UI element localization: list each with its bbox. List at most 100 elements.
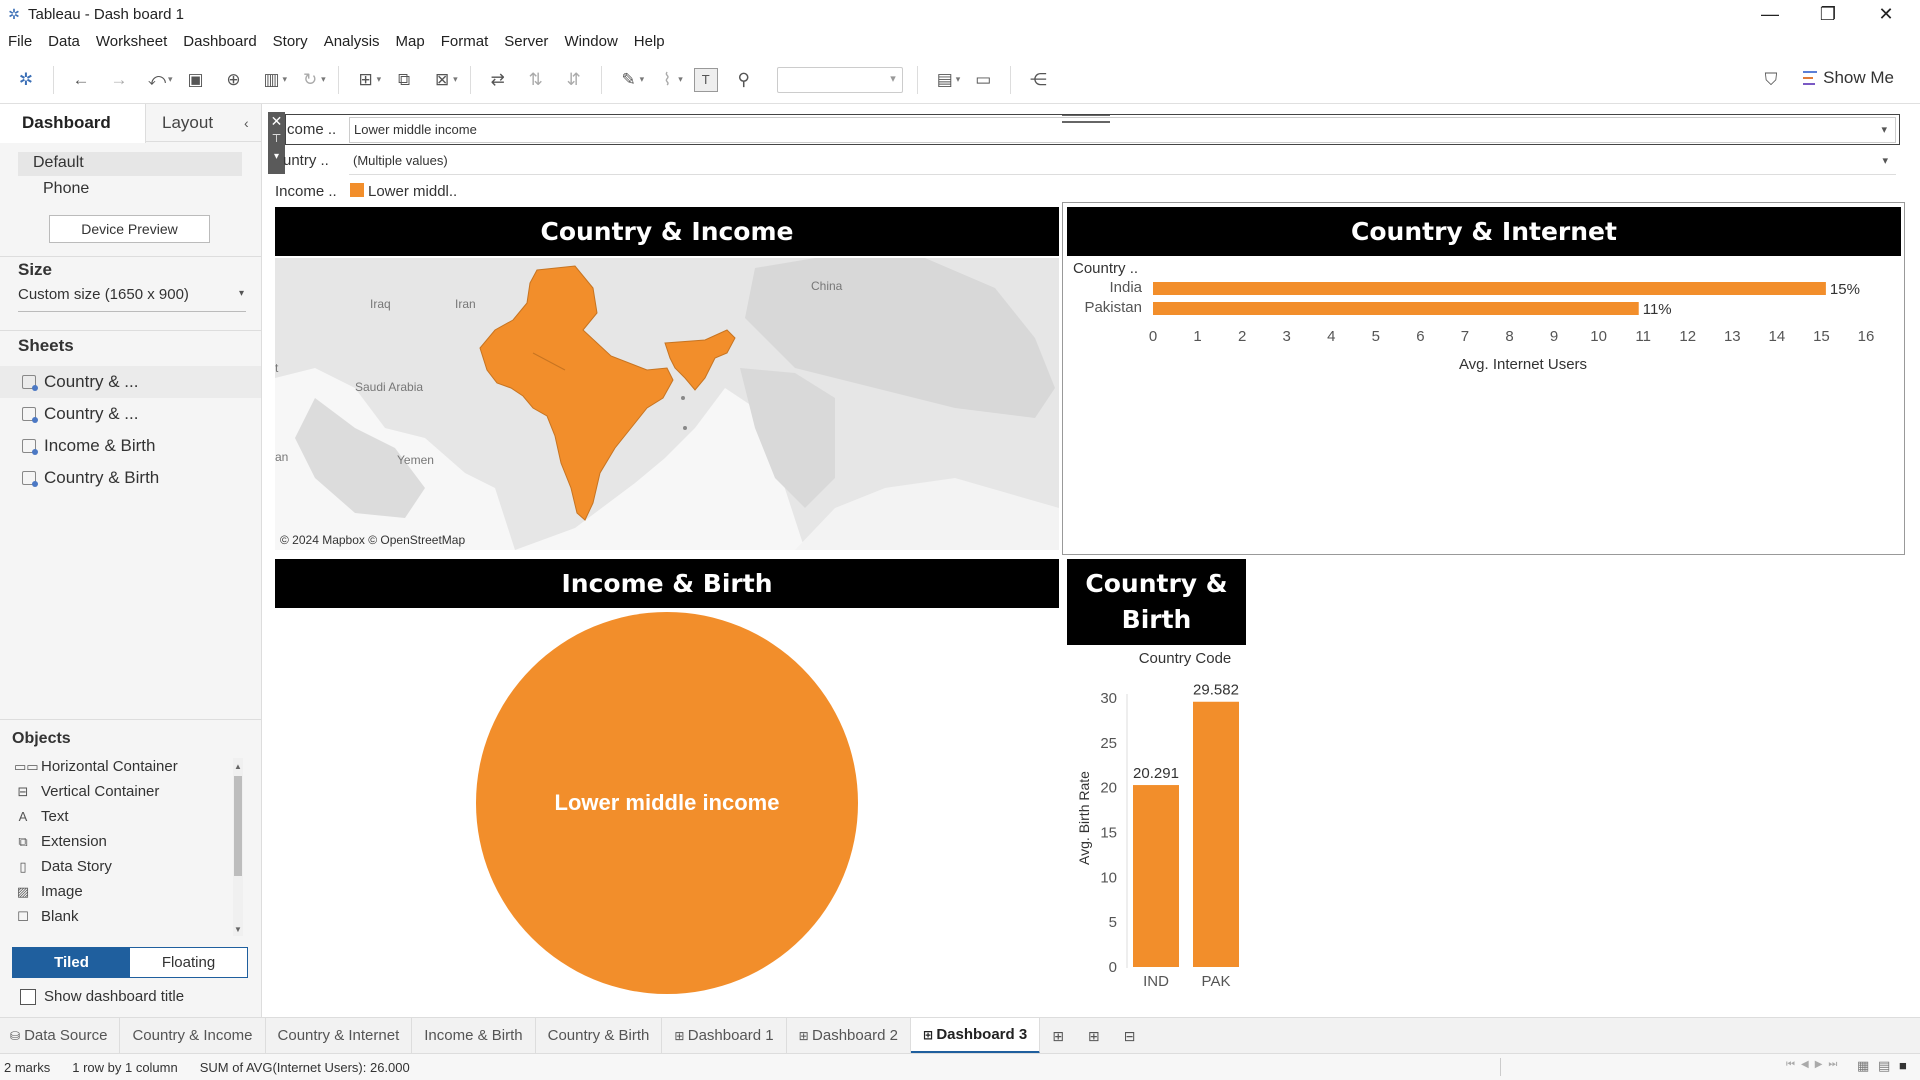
show-filmstrip-icon[interactable]: ▤ bbox=[1878, 1058, 1890, 1074]
new-dashboard-tab-icon[interactable]: ⊞ bbox=[1076, 1018, 1112, 1054]
new-data-source-icon[interactable]: ⊕ bbox=[222, 68, 246, 92]
income-legend-item[interactable]: Lower middl.. bbox=[368, 177, 457, 205]
object-item[interactable]: ▨ Image bbox=[14, 879, 83, 904]
minimize-button[interactable]: — bbox=[1742, 0, 1798, 28]
undo-icon[interactable]: ← bbox=[69, 68, 93, 92]
scroll-down-icon[interactable]: ▼ bbox=[234, 925, 242, 934]
show-sheet-sorter-icon[interactable]: ▦ bbox=[1857, 1058, 1869, 1074]
show-me-button[interactable]: Show Me bbox=[1803, 68, 1894, 88]
tab-income-birth[interactable]: Income & Birth bbox=[412, 1017, 536, 1054]
object-item[interactable]: ⊟ Vertical Container bbox=[14, 779, 160, 804]
show-cards-icon[interactable]: ▤ bbox=[933, 68, 957, 92]
tab-dashboard-2[interactable]: ⊞ Dashboard 2 bbox=[787, 1017, 911, 1054]
replay-icon[interactable]: ⤺ bbox=[145, 68, 169, 92]
group-icon[interactable]: ⌇ bbox=[655, 68, 679, 92]
tab-data-source[interactable]: ⛁ Data Source bbox=[0, 1017, 121, 1054]
save-icon[interactable]: ▣ bbox=[184, 68, 208, 92]
income-filter-dropdown[interactable]: Lower middle income ▾ bbox=[349, 117, 1896, 143]
device-default[interactable]: Default bbox=[33, 154, 84, 172]
duplicate-icon[interactable]: ⧉ bbox=[392, 68, 416, 92]
new-worksheet-caret-icon[interactable]: ▾ bbox=[377, 74, 382, 85]
scroll-up-icon[interactable]: ▲ bbox=[234, 762, 242, 771]
object-item[interactable]: ▭▭ Horizontal Container bbox=[14, 754, 178, 779]
show-cards-caret-icon[interactable]: ▾ bbox=[956, 74, 961, 85]
device-phone[interactable]: Phone bbox=[43, 180, 89, 198]
tiled-button[interactable]: Tiled bbox=[13, 948, 130, 977]
tab-dashboard-1[interactable]: ⊞ Dashboard 1 bbox=[662, 1017, 787, 1054]
birth-bar[interactable] bbox=[1133, 785, 1179, 967]
tab-dashboard[interactable]: Dashboard bbox=[0, 104, 146, 143]
country-income-map[interactable]: Iraq Iran China Saudi Arabia Yemen an t … bbox=[275, 258, 1059, 550]
pause-caret-icon[interactable]: ▾ bbox=[283, 74, 288, 85]
menu-format[interactable]: Format bbox=[433, 28, 497, 56]
tableau-home-icon[interactable]: ✲ bbox=[14, 68, 38, 92]
object-item[interactable]: ⧉ Extension bbox=[14, 829, 107, 854]
sheet-item[interactable]: Country & Birth bbox=[0, 462, 261, 494]
restore-button[interactable]: ❐ bbox=[1800, 0, 1856, 28]
menu-story[interactable]: Story bbox=[265, 28, 316, 56]
highlight-icon[interactable]: ✎ bbox=[617, 68, 641, 92]
tab-dashboard-3[interactable]: ⊞ Dashboard 3 bbox=[910, 1017, 1041, 1054]
sheet-navigation-icons[interactable]: ⏮◀▶⏭ bbox=[1786, 1059, 1843, 1070]
fix-axes-icon[interactable]: ⚲ bbox=[732, 68, 756, 92]
menu-data[interactable]: Data bbox=[40, 28, 88, 56]
tab-layout[interactable]: Layout bbox=[162, 104, 213, 142]
menu-help[interactable]: Help bbox=[626, 28, 673, 56]
swap-icon[interactable]: ⇄ bbox=[486, 68, 510, 92]
refresh-icon[interactable]: ↻ bbox=[298, 68, 322, 92]
menu-window[interactable]: Window bbox=[556, 28, 625, 56]
legend-swatch[interactable] bbox=[350, 183, 364, 197]
menu-server[interactable]: Server bbox=[496, 28, 556, 56]
tab-country-birth[interactable]: Country & Birth bbox=[536, 1017, 663, 1054]
map-label-china: China bbox=[811, 279, 843, 293]
country-filter-dropdown[interactable]: (Multiple values) ▾ bbox=[349, 149, 1896, 175]
new-worksheet-tab-icon[interactable]: ⊞ bbox=[1040, 1018, 1076, 1054]
device-preview-button[interactable]: Device Preview bbox=[49, 215, 210, 243]
show-title-checkbox[interactable] bbox=[20, 988, 36, 1005]
highlight-caret-icon[interactable]: ▾ bbox=[640, 74, 645, 85]
show-dashboard-title-option[interactable]: Show dashboard title bbox=[20, 988, 184, 1005]
format-painter-icon[interactable]: ⛉ bbox=[1759, 68, 1783, 92]
show-labels-icon[interactable]: T bbox=[693, 67, 718, 92]
refresh-caret-icon[interactable]: ▾ bbox=[321, 74, 326, 85]
object-item[interactable]: A Text bbox=[14, 804, 69, 829]
clear-sheet-icon[interactable]: ⊠ bbox=[430, 68, 454, 92]
dashboard-icon: ⊞ bbox=[674, 1028, 688, 1043]
map-attribution[interactable]: © 2024 Mapbox © OpenStreetMap bbox=[280, 533, 465, 547]
floating-button[interactable]: Floating bbox=[130, 948, 247, 977]
close-window-button[interactable]: ✕ bbox=[1858, 0, 1914, 28]
new-worksheet-icon[interactable]: ⊞ bbox=[354, 68, 378, 92]
share-icon[interactable]: ⋲ bbox=[1026, 68, 1050, 92]
size-dropdown[interactable]: Custom size (1650 x 900) ▾ bbox=[18, 286, 246, 312]
tab-country-internet[interactable]: Country & Internet bbox=[266, 1017, 413, 1054]
object-item[interactable]: ☐ Blank bbox=[14, 904, 78, 929]
internet-bar[interactable] bbox=[1153, 302, 1639, 315]
clear-caret-icon[interactable]: ▾ bbox=[453, 74, 458, 85]
menu-map[interactable]: Map bbox=[388, 28, 433, 56]
scrollbar-thumb[interactable] bbox=[234, 776, 242, 876]
menu-dashboard[interactable]: Dashboard bbox=[175, 28, 264, 56]
fit-dropdown[interactable] bbox=[776, 66, 903, 93]
collapse-panel-icon[interactable]: ‹ bbox=[244, 104, 249, 142]
sheet-item[interactable]: Income & Birth bbox=[0, 430, 261, 462]
replay-caret-icon[interactable]: ▾ bbox=[168, 74, 173, 85]
sort-ascending-icon[interactable]: ⇅ bbox=[524, 68, 548, 92]
pause-updates-icon[interactable]: ▥ bbox=[260, 68, 284, 92]
menu-analysis[interactable]: Analysis bbox=[316, 28, 388, 56]
menu-file[interactable]: File bbox=[0, 28, 40, 56]
object-item[interactable]: ▯ Data Story bbox=[14, 854, 111, 879]
redo-icon[interactable]: → bbox=[107, 68, 131, 92]
presentation-mode-icon[interactable]: ▭ bbox=[971, 68, 995, 92]
objects-scrollbar[interactable]: ▲ ▼ bbox=[233, 758, 243, 936]
birth-bar[interactable] bbox=[1193, 701, 1239, 967]
sheet-item[interactable]: Country & ... bbox=[0, 366, 261, 398]
sort-descending-icon[interactable]: ⇵ bbox=[562, 68, 586, 92]
internet-bar[interactable] bbox=[1153, 282, 1826, 295]
sheet-item[interactable]: Country & ... bbox=[0, 398, 261, 430]
menu-worksheet[interactable]: Worksheet bbox=[88, 28, 175, 56]
tab-country-income[interactable]: Country & Income bbox=[120, 1017, 266, 1054]
new-story-tab-icon[interactable]: ⊟ bbox=[1112, 1018, 1148, 1054]
remove-filter-icon[interactable]: ✕ bbox=[268, 112, 285, 130]
show-tabs-icon[interactable]: ■ bbox=[1899, 1058, 1907, 1073]
group-caret-icon[interactable]: ▾ bbox=[678, 74, 683, 85]
